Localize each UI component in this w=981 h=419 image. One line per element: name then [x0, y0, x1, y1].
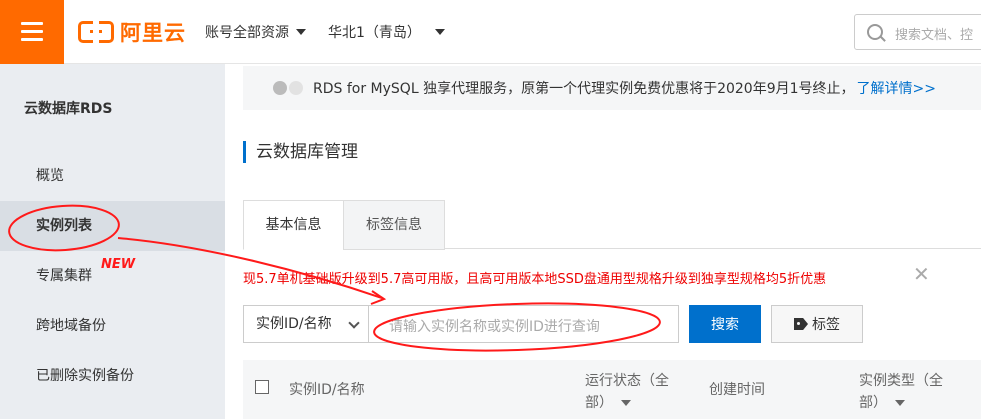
column-instance-type[interactable]: 实例类型（全 部） [859, 370, 943, 414]
tag-icon [794, 318, 808, 330]
select-all-checkbox[interactable] [255, 380, 269, 394]
search-icon [867, 24, 883, 40]
logo-text: 阿里云 [120, 21, 186, 45]
notice-text: RDS for MySQL 独享代理服务，原第一个代理实例免费优惠将于2020年… [313, 81, 855, 97]
column-status[interactable]: 运行状态（全 部） [585, 370, 669, 414]
notice-banner: RDS for MySQL 独享代理服务，原第一个代理实例免费优惠将于2020年… [243, 66, 981, 110]
account-scope-label: 账号全部资源 [205, 25, 289, 41]
table-header: 实例ID/名称 运行状态（全 部） 创建时间 实例类型（全 部） [243, 360, 981, 419]
tag-button[interactable]: 标签 [771, 305, 863, 343]
column-instance-type-label-2: 部） [859, 395, 887, 411]
search-placeholder: 搜索文档、控 [895, 28, 974, 43]
tab-tag-info[interactable]: 标签信息 [343, 200, 445, 250]
annotation-arrowhead [370, 290, 387, 305]
filter-caret-icon [895, 400, 905, 406]
account-scope-dropdown[interactable]: 账号全部资源 [205, 22, 306, 42]
column-status-label-2: 部） [585, 395, 613, 411]
chevron-down-icon [348, 317, 360, 329]
column-instance-type-label: 实例类型（全 [859, 373, 943, 389]
menu-icon[interactable] [0, 0, 64, 64]
filter-field-value: 实例ID/名称 [256, 316, 332, 332]
close-icon[interactable]: ✕ [913, 262, 930, 286]
column-status-label: 运行状态（全 [585, 373, 669, 389]
sidebar-item-instance-list[interactable]: 实例列表 [0, 201, 225, 251]
aliyun-logo[interactable]: 阿里云 [78, 18, 186, 46]
tab-bar: 基本信息 标签信息 [243, 200, 981, 250]
filter-field-select[interactable]: 实例ID/名称 [243, 305, 369, 343]
tag-button-label: 标签 [812, 317, 840, 333]
sidebar-item-deleted-instance-backup[interactable]: 已删除实例备份 [0, 351, 225, 401]
sidebar-title: 云数据库RDS [24, 101, 113, 117]
top-bar: 阿里云 账号全部资源 华北1（青岛） 搜索文档、控 [0, 0, 981, 64]
column-instance-id: 实例ID/名称 [289, 382, 365, 398]
instance-search-input[interactable]: 请输入实例名称或实例ID进行查询 [369, 305, 679, 343]
global-search-input[interactable]: 搜索文档、控 [854, 14, 981, 50]
sidebar: 云数据库RDS 概览 实例列表 专属集群 跨地域备份 已删除实例备份 [0, 64, 225, 419]
notice-details-link[interactable]: 了解详情>> [857, 78, 936, 98]
sidebar-item-cross-region-backup[interactable]: 跨地域备份 [0, 301, 225, 351]
logo-mark-icon [78, 20, 114, 44]
promo-message: 现5.7单机基础版升级到5.7高可用版，且高可用版本地SSD盘通用型规格升级到独… [243, 272, 827, 287]
instance-search-placeholder: 请输入实例名称或实例ID进行查询 [389, 319, 600, 335]
chevron-down-icon [434, 29, 445, 35]
column-created-time: 创建时间 [709, 382, 765, 398]
sidebar-item-overview[interactable]: 概览 [0, 151, 225, 201]
tab-basic-info[interactable]: 基本信息 [243, 200, 344, 250]
carousel-dots-icon[interactable] [273, 81, 303, 95]
filter-caret-icon [621, 400, 631, 406]
search-button[interactable]: 搜索 [689, 305, 761, 343]
region-label: 华北1（青岛） [328, 25, 421, 41]
region-dropdown[interactable]: 华北1（青岛） [328, 22, 445, 42]
chevron-down-icon [296, 29, 306, 35]
page-title: 云数据库管理 [243, 141, 358, 163]
new-annotation: NEW [101, 257, 136, 272]
